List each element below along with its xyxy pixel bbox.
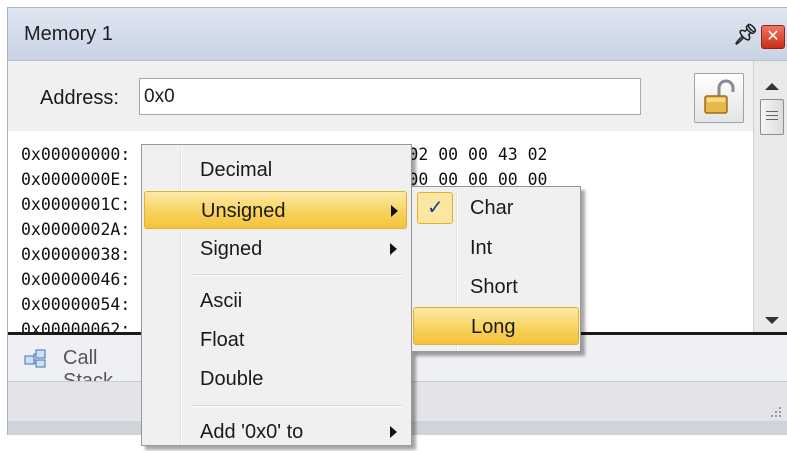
menu-item-label: Add '0x0' to: [200, 421, 304, 443]
menu-item-decimal[interactable]: Decimal: [144, 151, 407, 189]
menu-separator: [192, 405, 402, 407]
menu-item-double[interactable]: Double: [144, 360, 407, 398]
chevron-right-icon: [391, 205, 398, 217]
call-stack-icon: [24, 349, 46, 368]
menu-item-ascii[interactable]: Ascii: [144, 282, 407, 320]
menu-item-char[interactable]: ✓ Char: [413, 189, 579, 227]
address-label: Address:: [40, 87, 119, 109]
address-input[interactable]: 0x0: [139, 78, 641, 115]
menu-item-long[interactable]: Long: [413, 307, 579, 345]
menu-item-unsigned[interactable]: Unsigned: [144, 191, 407, 229]
resize-grip-icon[interactable]: [768, 404, 782, 418]
menu-item-short[interactable]: Short: [413, 268, 579, 306]
menu-item-float[interactable]: Float: [144, 321, 407, 359]
context-menu: Decimal Unsigned Signed Ascii Float Doub…: [141, 144, 412, 446]
pin-icon[interactable]: 📌︎: [733, 22, 758, 47]
menu-item-int[interactable]: Int: [413, 229, 579, 267]
chevron-right-icon: [390, 243, 397, 255]
menu-item-signed[interactable]: Signed: [144, 230, 407, 268]
menu-item-label: Ascii: [200, 290, 243, 312]
menu-item-label: Short: [470, 276, 518, 298]
unsigned-submenu: ✓ Char Int Short Long: [411, 186, 581, 352]
vertical-scrollbar[interactable]: [753, 61, 787, 335]
check-icon: ✓: [427, 197, 444, 219]
menu-item-label: Long: [471, 316, 516, 338]
menu-separator: [192, 274, 402, 276]
menu-item-label: Int: [470, 237, 493, 259]
scroll-thumb[interactable]: [760, 99, 784, 135]
window-title: Memory 1: [24, 23, 113, 45]
menu-item-label: Double: [200, 368, 264, 390]
lock-button[interactable]: [694, 73, 744, 123]
chevron-right-icon: [390, 426, 397, 438]
scroll-up-icon[interactable]: [765, 83, 779, 90]
menu-item-label: Signed: [200, 238, 263, 260]
scroll-down-icon[interactable]: [765, 317, 779, 324]
menu-item-label: Unsigned: [201, 200, 286, 222]
menu-item-label: Char: [470, 197, 514, 219]
address-toolbar: Address: 0x0: [8, 61, 753, 131]
menu-item-add-offset[interactable]: Add '0x0' to: [144, 413, 407, 451]
title-bar[interactable]: Memory 1 📌︎ ✕: [8, 8, 787, 61]
check-indicator: ✓: [417, 192, 453, 224]
menu-item-label: Float: [200, 329, 245, 351]
menu-item-label: Decimal: [200, 159, 273, 181]
lock-icon: [704, 79, 735, 114]
close-icon[interactable]: ✕: [761, 25, 785, 49]
